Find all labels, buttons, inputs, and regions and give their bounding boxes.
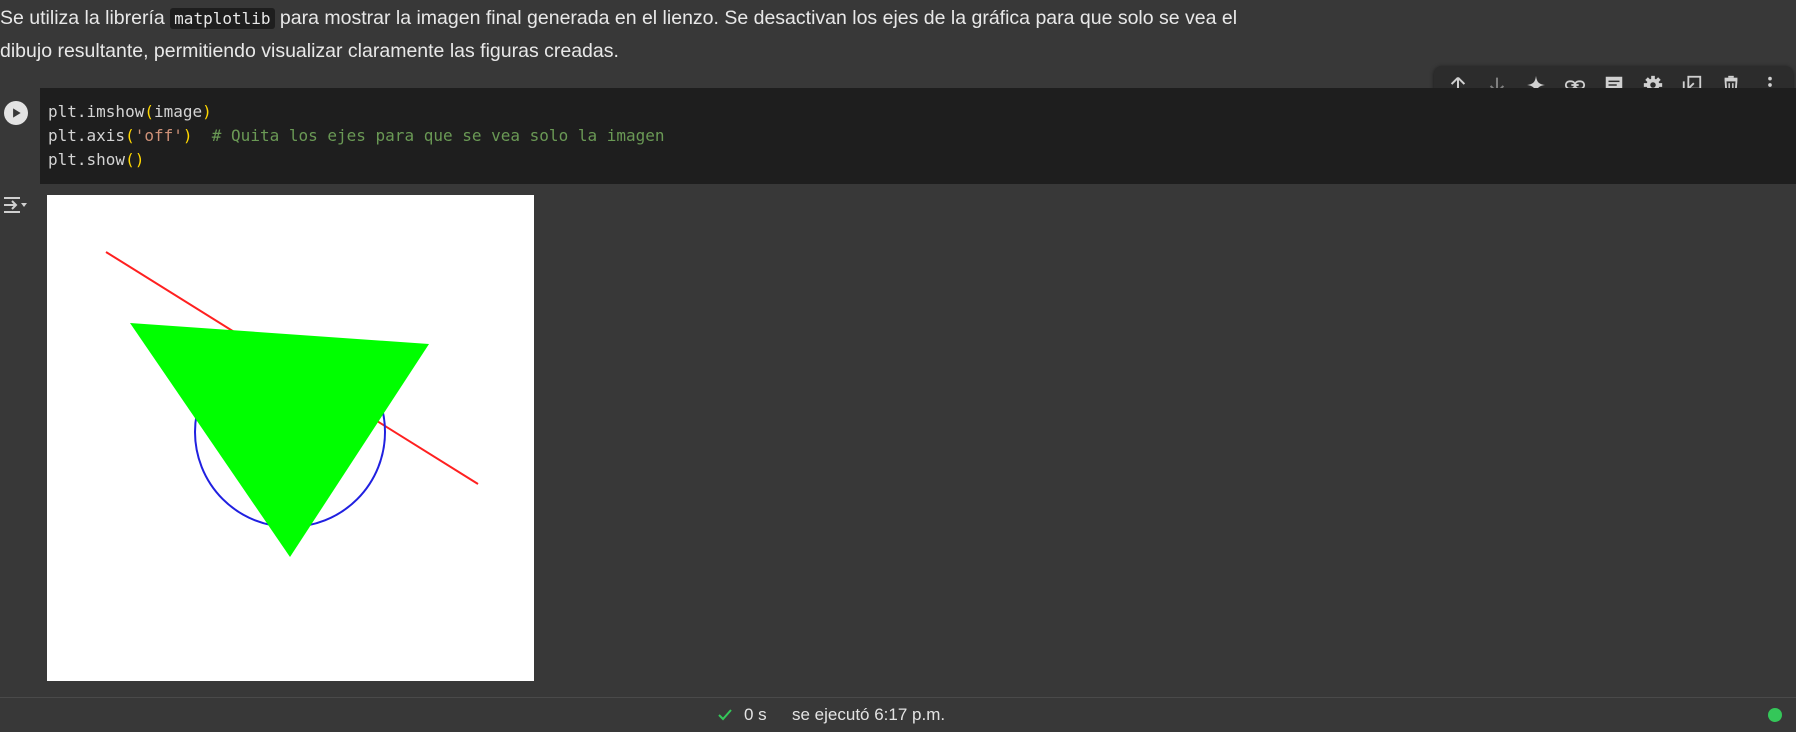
code-token: plt.show (48, 150, 126, 169)
code-token: ) (134, 150, 145, 169)
status-bar: 0 s se ejecutó 6:17 p.m. (0, 697, 1796, 732)
code-token: ) (182, 126, 193, 145)
inline-code: matplotlib (170, 8, 275, 29)
output-actions-button[interactable] (2, 194, 28, 216)
code-token: plt.axis (48, 126, 126, 145)
code-comment: # Quita los ejes para que se vea solo la… (192, 126, 665, 145)
code-token: image (153, 102, 203, 121)
code-line-2: plt.axis('off') # Quita los ejes para qu… (40, 124, 1796, 148)
runtime-status-indicator[interactable] (1768, 708, 1782, 722)
cell-output (0, 184, 1796, 696)
code-token: ) (202, 102, 212, 121)
run-cell-button[interactable] (4, 101, 28, 125)
output-menu-icon (4, 197, 27, 213)
text-cell-paragraph: Se utiliza la librería matplotlib para m… (0, 2, 1260, 67)
code-token: ( (125, 126, 135, 145)
code-cell: plt.imshow(image) plt.axis('off') # Quit… (0, 88, 1796, 184)
code-string: 'off' (134, 126, 183, 145)
execution-time: se ejecutó 6:17 p.m. (792, 705, 946, 724)
output-image (47, 195, 534, 681)
run-gutter (0, 88, 40, 184)
code-token: ( (144, 102, 154, 121)
execution-duration: 0 s (744, 705, 767, 724)
check-icon (718, 709, 732, 721)
code-line-1: plt.imshow(image) (40, 100, 1796, 124)
plot-canvas (105, 251, 479, 557)
code-token: ( (125, 150, 135, 169)
play-icon (13, 108, 21, 118)
code-line-3: plt.show() (40, 148, 1796, 172)
code-token: plt.imshow (48, 102, 145, 121)
code-editor[interactable]: plt.imshow(image) plt.axis('off') # Quit… (40, 88, 1796, 184)
text-before-code: Se utiliza la librería (0, 7, 171, 29)
